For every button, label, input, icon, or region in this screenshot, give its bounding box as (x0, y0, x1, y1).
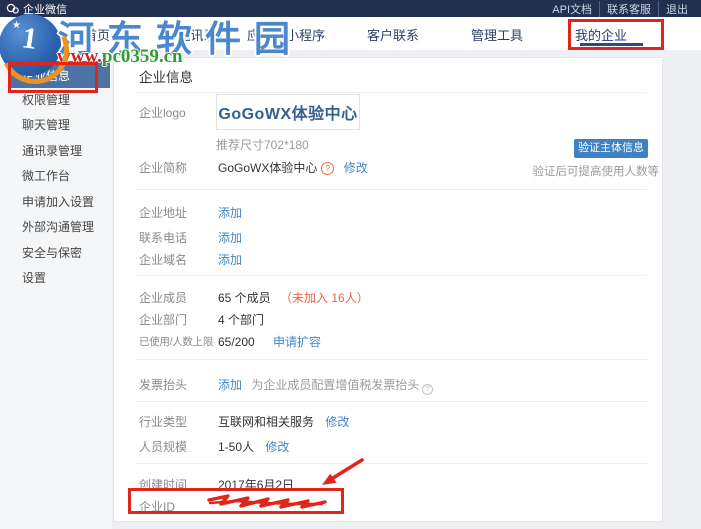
phone-label: 联系电话 (139, 231, 188, 245)
edit-scale-link[interactable]: 修改 (265, 440, 289, 454)
industry-value: 互联网和相关服务 (218, 415, 315, 429)
divider (136, 359, 647, 360)
topbar-links: API文档 联系客服 退出 (545, 0, 695, 17)
address-label: 企业地址 (139, 206, 188, 220)
industry-row: 行业类型 互联网和相关服务 修改 (139, 413, 647, 429)
shortname-label: 企业简称 (139, 161, 188, 175)
divider (136, 275, 647, 276)
tab-manage-tools[interactable]: 管理工具 (471, 25, 523, 44)
sidebar: 企业信息 权限管理 聊天管理 通讯录管理 微工作台 申请加入设置 外部沟通管理 … (0, 50, 112, 529)
scale-label: 人员规模 (139, 440, 188, 454)
departments-value: 4 个部门 (218, 313, 265, 327)
add-domain-link[interactable]: 添加 (218, 253, 242, 267)
page-root: 企业微信 API文档 联系客服 退出 首页 通讯录 应用与小程序 客户联系 管理… (0, 0, 701, 529)
sidebar-item-chat-manage[interactable]: 聊天管理 (22, 116, 70, 133)
industry-label: 行业类型 (139, 415, 188, 429)
divider (136, 463, 647, 464)
help-icon[interactable]: ? (422, 384, 434, 395)
sidebar-item-contacts-manage[interactable]: 通讯录管理 (22, 142, 82, 159)
help-icon[interactable]: ? (321, 162, 335, 175)
add-address-link[interactable]: 添加 (218, 206, 242, 220)
quota-row: 已使用/人数上限 65/200 申请扩容 (139, 333, 647, 349)
departments-label: 企业部门 (139, 313, 188, 327)
logo-size-hint: 推荐尺寸702*180 (216, 138, 309, 152)
address-row: 企业地址 添加 (139, 204, 647, 220)
logout-link[interactable]: 退出 (658, 0, 695, 17)
company-logo-upload[interactable]: GoGoWX体验中心 (216, 94, 360, 130)
edit-industry-link[interactable]: 修改 (325, 415, 349, 429)
tab-contacts[interactable]: 通讯录 (177, 25, 216, 44)
company-logo-text: GoGoWX体验中心 (218, 106, 358, 123)
page-title: 企业信息 (139, 70, 193, 85)
add-phone-link[interactable]: 添加 (218, 231, 242, 245)
wechat-work-logo-icon (6, 3, 19, 14)
sidebar-item-join-settings[interactable]: 申请加入设置 (22, 193, 94, 210)
domain-label: 企业域名 (139, 253, 188, 267)
annotation-box-my-company-tab (568, 19, 664, 50)
tab-apps[interactable]: 应用与小程序 (247, 25, 325, 44)
members-value: 65 个成员 (218, 291, 271, 305)
members-row: 企业成员 65 个成员 （未加入 16人） (139, 289, 647, 305)
sidebar-item-permissions[interactable]: 权限管理 (22, 91, 70, 108)
scale-value: 1-50人 (218, 440, 255, 454)
api-docs-link[interactable]: API文档 (545, 1, 599, 17)
add-invoice-link[interactable]: 添加 (218, 378, 242, 392)
sidebar-item-workbench[interactable]: 微工作台 (22, 167, 70, 184)
annotation-box-sidebar-company-info (8, 62, 98, 93)
departments-row: 企业部门 4 个部门 (139, 311, 647, 327)
contact-support-link[interactable]: 联系客服 (599, 0, 658, 17)
sidebar-item-external-comm[interactable]: 外部沟通管理 (22, 218, 94, 235)
tab-home[interactable]: 首页 (84, 25, 110, 44)
expand-quota-link[interactable]: 申请扩容 (273, 335, 321, 349)
divider (136, 92, 647, 93)
company-info-panel: 企业信息 企业logo GoGoWX体验中心 推荐尺寸702*180 验证主体信… (113, 57, 663, 522)
brand: 企业微信 (6, 0, 67, 17)
divider (136, 401, 647, 402)
verify-subject-button[interactable]: 验证主体信息 (574, 139, 648, 158)
invoice-label: 发票抬头 (139, 378, 188, 392)
redaction-scribble (207, 494, 327, 509)
brand-label: 企业微信 (23, 3, 67, 16)
sidebar-item-settings[interactable]: 设置 (22, 269, 46, 286)
divider (136, 189, 647, 190)
edit-shortname-link[interactable]: 修改 (344, 161, 368, 175)
annotation-arrow (322, 458, 364, 485)
topbar: 企业微信 API文档 联系客服 退出 (0, 0, 701, 17)
scale-row: 人员规模 1-50人 修改 (139, 438, 647, 454)
members-not-joined: （未加入 16人） (280, 291, 369, 305)
quota-label: 已使用/人数上限 (139, 336, 214, 348)
invoice-note: 为企业成员配置增值税发票抬头 (251, 378, 420, 392)
shortname-row: 企业简称 GoGoWX体验中心? 修改 (139, 159, 647, 175)
logo-label: 企业logo (139, 106, 186, 120)
tab-customer[interactable]: 客户联系 (367, 25, 419, 44)
sidebar-item-security[interactable]: 安全与保密 (22, 244, 82, 261)
domain-row: 企业域名 添加 (139, 251, 647, 267)
members-label: 企业成员 (139, 291, 188, 305)
shortname-value: GoGoWX体验中心 (218, 161, 318, 175)
invoice-row: 发票抬头 添加 为企业成员配置增值税发票抬头? (139, 376, 647, 395)
quota-value: 65/200 (218, 335, 255, 349)
phone-row: 联系电话 添加 (139, 229, 647, 245)
